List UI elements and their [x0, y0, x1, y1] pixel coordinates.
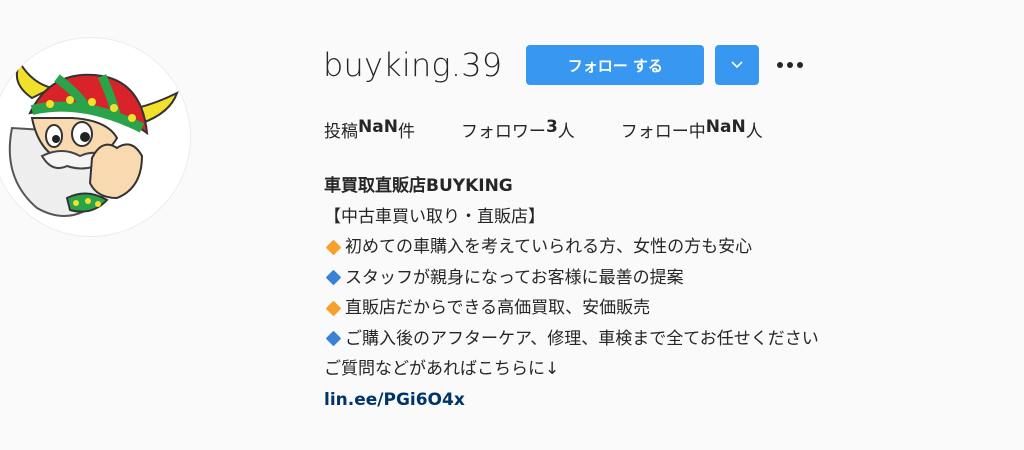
bio-line: 【中古車買い取り・直販店】 [324, 206, 545, 227]
profile-avatar[interactable] [0, 38, 190, 236]
bio-line: 初めての車購入を考えていられる方、女性の方も安心 [324, 232, 819, 263]
bio-line: ご質問などがあればこちらに↓ [324, 359, 560, 379]
posts-count[interactable]: 投稿 NaN 件 [324, 117, 415, 142]
chevron-down-icon [731, 61, 743, 69]
blue-diamond-icon [325, 269, 342, 286]
username: buyking.39 [323, 46, 503, 84]
followers-count[interactable]: フォロワー 3 人 [461, 117, 575, 142]
blue-diamond-icon [325, 330, 342, 347]
profile-stats: 投稿 NaN 件 フォロワー 3 人 フォロー中 NaN 人 [324, 117, 809, 142]
bio-line: 直販店だからできる高価買取、安価販売 [324, 293, 819, 324]
bio-line: ご購入後のアフターケア、修理、車検まで全てお任せください [324, 324, 819, 355]
bio-website-link[interactable]: lin.ee/PGi6O4x [324, 385, 465, 416]
more-options-icon[interactable] [777, 45, 807, 85]
following-count[interactable]: フォロー中 NaN 人 [621, 117, 763, 142]
orange-diamond-icon [325, 300, 342, 317]
follow-button[interactable]: フォロー する [526, 45, 705, 85]
orange-diamond-icon [325, 239, 342, 256]
profile-header: buyking.39 フォロー する [323, 43, 807, 87]
bio-line: スタッフが親身になってお客様に最善の提案 [324, 263, 819, 294]
suggested-dropdown-button[interactable] [715, 45, 760, 85]
bio-full-name: 車買取直販店BUYKING [324, 176, 513, 196]
profile-bio: 車買取直販店BUYKING 【中古車買い取り・直販店】 初めての車購入を考えてい… [324, 171, 819, 415]
